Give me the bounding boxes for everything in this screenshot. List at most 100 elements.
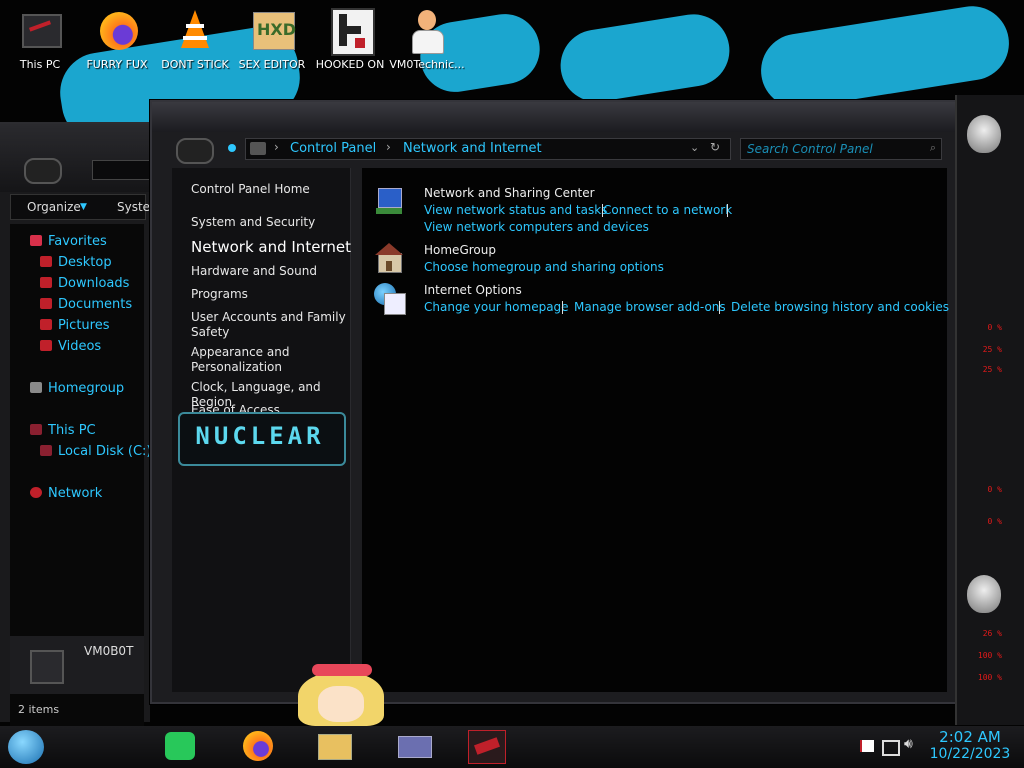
downloads-folder-icon (40, 277, 52, 288)
section-title[interactable]: Network and Sharing Center (424, 186, 595, 200)
control-panel-icon (398, 736, 432, 758)
details-pane: VM0B0T (10, 636, 144, 694)
nav-item-pictures[interactable]: Pictures (40, 318, 109, 333)
link-appearance-and-personalization[interactable]: Appearance and Personalization (191, 345, 351, 375)
nav-item-label: Downloads (58, 276, 130, 291)
nav-item-label: Pictures (58, 318, 110, 333)
address-bar[interactable]: › Control Panel › Network and Internet ⌄… (245, 138, 731, 160)
task-delete-browsing-history[interactable]: Delete browsing history and cookies (731, 300, 949, 314)
link-user-accounts-and-family-safety[interactable]: User Accounts and Family Safety (191, 310, 351, 340)
link-hardware-and-sound[interactable]: Hardware and Sound (191, 264, 351, 279)
explorer-address-bar[interactable] (92, 160, 152, 180)
task-manage-browser-addons[interactable]: Manage browser add-ons (574, 300, 726, 314)
task-change-homepage[interactable]: Change your homepage (424, 300, 569, 314)
taskbar-file-explorer-button[interactable] (316, 730, 352, 762)
hxd-editor-icon: HXD (249, 8, 296, 54)
nav-item-network[interactable]: Network (30, 486, 102, 501)
link-control-panel-home[interactable]: Control Panel Home (191, 182, 351, 197)
start-button[interactable] (8, 730, 44, 764)
desktop-folder-icon (40, 256, 52, 267)
control-panel-content: Network and Sharing Center View network … (362, 168, 949, 692)
hud-value: 100 % (977, 673, 1002, 682)
link-separator (727, 204, 728, 217)
section-title[interactable]: HomeGroup (424, 243, 496, 257)
nav-item-videos[interactable]: Videos (40, 339, 101, 354)
control-panel-icon (250, 142, 266, 155)
taskbar: 🔊︎ (0, 726, 1024, 768)
nav-item-label: Desktop (58, 255, 112, 270)
file-explorer-icon (318, 734, 352, 760)
favorites-icon (30, 235, 42, 246)
wallpaper-stroke (555, 9, 735, 107)
network-icon (30, 487, 42, 498)
taskbar-active-app-button[interactable] (468, 730, 506, 764)
link-network-and-internet[interactable]: Network and Internet (191, 240, 351, 255)
breadcrumb-separator: › (274, 140, 279, 154)
taskbar-spotify-button[interactable] (162, 730, 198, 762)
volume-icon[interactable]: 🔊︎ (904, 736, 913, 752)
explorer-status-bar: 2 items (10, 698, 144, 722)
desktop-icon-this-pc[interactable]: This PC (2, 8, 78, 71)
taskbar-control-panel-button[interactable] (396, 730, 432, 762)
right-hud-gadget: 0 % 25 % 25 % 0 % 0 % 26 % 100 % 100 % (955, 95, 1024, 725)
desktop-icon-sex-editor[interactable]: HXD SEX EDITOR (234, 8, 310, 71)
desktop-icon-vm0technic[interactable]: VM0Technic... (389, 8, 465, 71)
desktop-icon-furry-fux[interactable]: FURRY FUX (79, 8, 155, 71)
link-programs[interactable]: Programs (191, 287, 351, 302)
flag-icon[interactable] (860, 740, 874, 752)
taskbar-firefox-button[interactable] (240, 730, 276, 762)
internet-options-globe-icon (374, 283, 406, 315)
nav-item-this-pc[interactable]: This PC (30, 423, 96, 438)
link-system-and-security[interactable]: System and Security (191, 215, 351, 230)
back-button[interactable] (24, 158, 62, 184)
breadcrumb-network-and-internet[interactable]: Network and Internet (403, 141, 542, 156)
nav-item-desktop[interactable]: Desktop (40, 255, 112, 270)
nav-item-label: Documents (58, 297, 133, 312)
nuclear-banner: NUCLEAR (178, 412, 346, 466)
back-button[interactable] (176, 138, 214, 164)
chevron-down-icon[interactable]: ⌄ (690, 141, 699, 154)
desktop-icon-dont-stick[interactable]: DONT STICK (157, 8, 233, 71)
task-choose-homegroup-options[interactable]: Choose homegroup and sharing options (424, 260, 664, 274)
nav-item-downloads[interactable]: Downloads (40, 276, 129, 291)
nav-item-label: This PC (48, 423, 96, 438)
task-view-network-computers[interactable]: View network computers and devices (424, 220, 649, 234)
breadcrumb-control-panel[interactable]: Control Panel (290, 141, 376, 156)
network-tray-icon[interactable] (882, 740, 900, 756)
clock-time: 2:02 AM (939, 728, 1001, 746)
taskbar-clock[interactable]: 2:02 AM 10/22/2023 (922, 726, 1018, 768)
system-properties-button[interactable]: Syste (117, 200, 150, 214)
hud-value: 25 % (982, 345, 1002, 354)
explorer-command-bar: Organize ▼ Syste (10, 194, 150, 220)
videos-folder-icon (40, 340, 52, 351)
file-explorer-window: Organize ▼ Syste Favorites Desktop Downl… (0, 122, 152, 732)
task-view-network-status[interactable]: View network status and tasks (424, 203, 607, 217)
hud-value: 0 % (987, 517, 1002, 526)
nav-item-documents[interactable]: Documents (40, 297, 132, 312)
hud-value: 26 % (982, 629, 1002, 638)
task-connect-to-network[interactable]: Connect to a network (603, 203, 732, 217)
link-separator (562, 301, 563, 314)
refresh-icon[interactable]: ↻ (710, 140, 720, 154)
local-disk-icon (40, 445, 52, 456)
window-frame-top (152, 102, 957, 132)
desktop-icon-label: This PC (19, 58, 61, 71)
nav-item-favorites[interactable]: Favorites (30, 234, 107, 249)
app-icon (474, 737, 500, 755)
organize-button[interactable]: Organize (27, 200, 81, 214)
doctor-user-icon (404, 8, 450, 54)
hooked-app-icon (327, 8, 375, 56)
nav-item-label: Local Disk (C:) (58, 444, 152, 459)
search-icon: ⌕ (929, 141, 936, 154)
spotify-icon (165, 732, 195, 760)
desktop-icon-hooked-on[interactable]: HOOKED ON (312, 8, 388, 71)
nav-item-local-disk[interactable]: Local Disk (C:) (40, 444, 151, 459)
forward-button[interactable] (228, 144, 236, 152)
section-title[interactable]: Internet Options (424, 283, 522, 297)
explorer-titlebar (0, 124, 152, 192)
search-input[interactable]: Search Control Panel ⌕ (740, 138, 942, 160)
vlc-icon (172, 8, 218, 54)
search-placeholder: Search Control Panel (747, 142, 873, 156)
nav-item-homegroup[interactable]: Homegroup (30, 381, 124, 396)
desktop-icon-label: DONT STICK (161, 58, 229, 71)
